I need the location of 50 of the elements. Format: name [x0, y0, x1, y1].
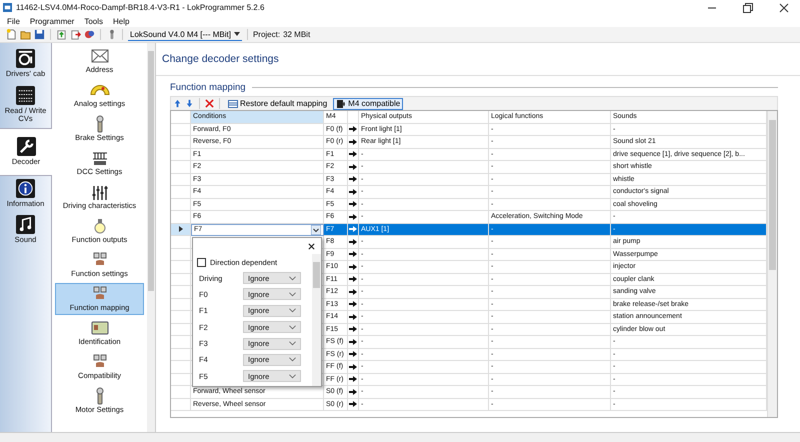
checkbox[interactable] [197, 258, 206, 268]
envelope-icon [90, 47, 110, 65]
gauge-icon [90, 85, 110, 95]
decoder-dropdown[interactable]: LokSound V4.0 M4 [--- MBit] [128, 28, 242, 41]
project-label: Project: [252, 30, 280, 39]
id-card-icon [90, 319, 110, 337]
chevron-icon [289, 374, 296, 379]
dashboard-icon [16, 49, 35, 68]
chip-icon [336, 98, 346, 108]
chevron-icon [289, 276, 296, 281]
restore-default-button[interactable]: Restore default mapping [225, 98, 330, 110]
chevron-icon [289, 308, 296, 314]
section-title: Function mapping [170, 82, 246, 93]
scrollbar[interactable] [147, 43, 155, 432]
m4-compatible-button[interactable]: M4 compatible [333, 98, 404, 110]
close-icon[interactable] [308, 242, 315, 250]
new-file-icon[interactable] [6, 29, 17, 40]
save-icon[interactable] [34, 29, 45, 40]
binary-icon [16, 86, 35, 105]
project-size: 32 MBit [283, 30, 310, 39]
folder-icon[interactable] [20, 29, 31, 40]
chevron-icon [289, 341, 296, 346]
menu-item[interactable]: Tools [79, 16, 108, 26]
dropdown-icon[interactable] [311, 224, 321, 235]
row-header[interactable] [171, 224, 191, 236]
sliders-icon [90, 183, 110, 201]
export-icon[interactable] [70, 29, 81, 40]
caret-icon [234, 32, 240, 36]
current-row-icon [178, 226, 182, 232]
restore-icon [743, 2, 753, 12]
menu-item[interactable]: File [2, 16, 25, 26]
close-icon [779, 2, 789, 12]
chevron-icon [289, 357, 296, 362]
music-note-icon [16, 215, 35, 234]
column-header[interactable] [348, 111, 359, 124]
app-icon [3, 3, 12, 12]
chevron-icon [289, 292, 296, 297]
scrollbar[interactable] [767, 111, 777, 417]
menu-item[interactable]: Programmer [24, 16, 80, 26]
down-arrow-icon[interactable] [185, 99, 194, 108]
up-arrow-icon[interactable] [173, 99, 182, 108]
wrench-icon [16, 136, 36, 156]
scrollbar[interactable] [312, 254, 321, 386]
delete-icon[interactable] [205, 99, 214, 108]
menu-item[interactable]: Help [108, 16, 134, 26]
page-title: Change decoder settings [156, 43, 800, 76]
info-icon [16, 178, 35, 198]
window-title: 11462-LSV4.0M4-Roco-Dampf-BR18.4-V3-R1 - LokProgrammer 5.2.6 [16, 3, 264, 12]
chevron-icon [289, 324, 296, 330]
upload-icon[interactable] [56, 29, 67, 40]
